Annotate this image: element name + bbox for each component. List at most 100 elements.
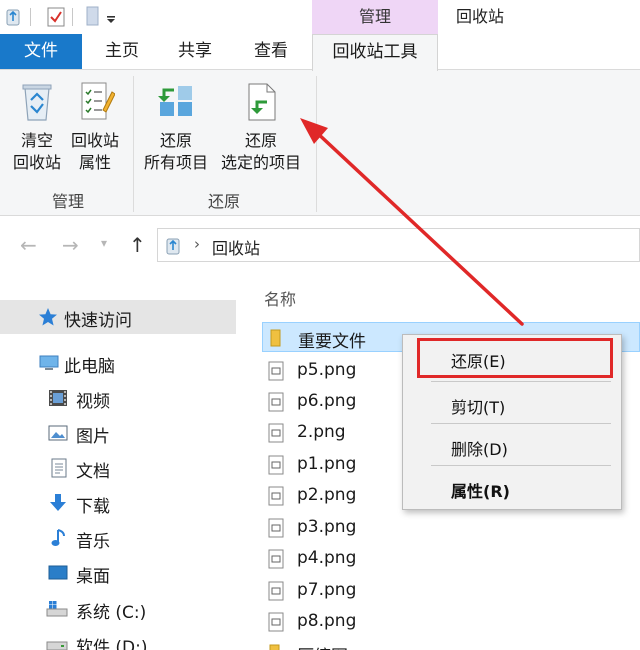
nav-item-documents[interactable]: 文档 — [0, 451, 236, 485]
file-row[interactable]: p7.png — [262, 576, 640, 606]
tab-home[interactable]: 主页 — [100, 34, 144, 69]
image-file-icon — [268, 392, 284, 417]
navigation-bar: ← → ▾ ↑ › 回收站 — [0, 216, 640, 274]
nav-label: 文档 — [76, 462, 110, 482]
tab-file[interactable]: 文件 — [0, 34, 82, 69]
restore-all-items-button[interactable]: 还原 所有项目 — [138, 80, 214, 174]
restore-selected-label-1: 还原 — [244, 131, 277, 150]
window-title: 回收站 — [456, 7, 505, 26]
nav-item-desktop[interactable]: 桌面 — [0, 556, 236, 590]
file-row[interactable]: p3.png — [262, 513, 640, 543]
nav-item-quick-access[interactable]: 快速访问 — [0, 300, 236, 334]
group-label-manage: 管理 — [51, 192, 84, 211]
manage-context-header: 管理 — [312, 0, 438, 34]
recycle-bin-icon[interactable] — [4, 6, 22, 30]
group-divider — [133, 76, 134, 212]
empty-label-1: 清空 — [20, 131, 53, 150]
group-label-restore: 还原 — [207, 192, 240, 211]
image-file-icon — [268, 549, 284, 574]
file-name: p1.png — [297, 454, 357, 474]
tab-recycle-bin-tools[interactable]: 回收站工具 — [312, 34, 438, 71]
ribbon-tabs: 文件 主页 共享 查看 回收站工具 — [0, 34, 640, 71]
nav-item-videos[interactable]: 视频 — [0, 381, 236, 415]
file-name: p6.png — [297, 391, 357, 411]
address-location: 回收站 — [212, 239, 261, 258]
folder-icon — [268, 643, 282, 650]
group-divider — [316, 76, 317, 212]
nav-item-software-drive[interactable]: 软件 (D:) — [0, 627, 236, 650]
tab-view[interactable]: 查看 — [249, 34, 293, 69]
film-icon — [48, 388, 68, 413]
file-name: p8.png — [297, 611, 357, 631]
nav-label: 视频 — [76, 392, 110, 412]
document-icon — [50, 458, 68, 483]
nav-item-this-pc[interactable]: 此电脑 — [0, 346, 236, 380]
folder-icon[interactable] — [86, 6, 100, 30]
file-row[interactable]: 压缩图 — [262, 638, 640, 650]
nav-item-music[interactable]: 音乐 — [0, 521, 236, 555]
properties-check-icon[interactable] — [46, 6, 66, 32]
image-file-icon — [268, 612, 284, 637]
menu-item-delete[interactable]: 删除(D) — [403, 429, 621, 463]
properties-icon — [81, 82, 115, 120]
image-file-icon — [268, 518, 284, 543]
desktop-icon — [48, 563, 68, 588]
menu-label: 删除(D) — [451, 440, 508, 459]
forward-arrow-icon[interactable]: → — [62, 233, 79, 257]
file-name: p3.png — [297, 517, 357, 537]
recycle-bin-properties-button[interactable]: 回收站 属性 — [66, 80, 124, 174]
menu-label: 属性(R) — [451, 482, 510, 501]
star-icon — [38, 307, 58, 332]
image-file-icon — [268, 455, 284, 480]
nav-label: 音乐 — [76, 532, 110, 552]
navigation-pane: 快速访问 此电脑 视频 图片 文档 下载 音乐 桌面 系统 (C:) 软件 (D… — [0, 274, 236, 650]
tab-share[interactable]: 共享 — [173, 34, 217, 69]
nav-label: 软件 (D:) — [76, 638, 148, 650]
menu-divider — [431, 381, 611, 382]
address-bar[interactable]: › 回收站 — [157, 228, 640, 262]
windows-drive-icon — [46, 599, 68, 624]
empty-recycle-bin-button[interactable]: 清空 回收站 — [8, 80, 66, 174]
recycle-bin-icon — [22, 84, 52, 121]
file-name: p2.png — [297, 485, 357, 505]
menu-item-cut[interactable]: 剪切(T) — [403, 387, 621, 421]
file-name: 2.png — [297, 422, 346, 442]
nav-label: 系统 (C:) — [76, 603, 147, 623]
back-arrow-icon[interactable]: ← — [20, 233, 37, 257]
file-name: 压缩图 — [297, 642, 348, 650]
download-arrow-icon — [48, 493, 68, 518]
restore-all-label-1: 还原 — [159, 131, 192, 150]
menu-label: 剪切(T) — [451, 398, 506, 417]
nav-item-pictures[interactable]: 图片 — [0, 416, 236, 450]
ribbon-panel: 清空 回收站 回收站 属性 管理 还原 所有项目 还原 选定的项目 还原 — [0, 70, 640, 216]
column-header-name[interactable]: 名称 — [264, 286, 296, 310]
title-bar: 管理 回收站 — [0, 0, 640, 34]
image-file-icon — [268, 581, 284, 606]
toolbar-divider — [30, 8, 31, 26]
customize-dropdown-icon[interactable] — [106, 10, 116, 29]
nav-item-system-drive[interactable]: 系统 (C:) — [0, 592, 236, 626]
restore-selected-items-button[interactable]: 还原 选定的项目 — [216, 80, 306, 174]
recycle-bin-icon — [164, 235, 182, 259]
menu-divider — [431, 465, 611, 466]
file-name: p4.png — [297, 548, 357, 568]
file-row[interactable]: p4.png — [262, 544, 640, 574]
picture-icon — [48, 423, 68, 448]
chevron-right-icon[interactable]: › — [194, 235, 200, 253]
nav-item-downloads[interactable]: 下载 — [0, 486, 236, 520]
computer-icon — [38, 353, 60, 378]
file-row[interactable]: p8.png — [262, 607, 640, 637]
recent-dropdown-icon[interactable]: ▾ — [101, 236, 107, 250]
up-arrow-icon[interactable]: ↑ — [129, 233, 146, 257]
props-label-2: 属性 — [78, 153, 111, 172]
restore-all-icon — [158, 86, 192, 116]
file-name: p5.png — [297, 360, 357, 380]
annotation-highlight-box — [417, 338, 613, 378]
menu-item-properties[interactable]: 属性(R) — [403, 471, 621, 505]
nav-label: 快速访问 — [64, 311, 132, 331]
menu-divider — [431, 423, 611, 424]
nav-label: 桌面 — [76, 567, 110, 587]
restore-all-label-2: 所有项目 — [143, 153, 208, 172]
restore-selected-icon — [248, 83, 276, 121]
drive-icon — [46, 634, 68, 650]
